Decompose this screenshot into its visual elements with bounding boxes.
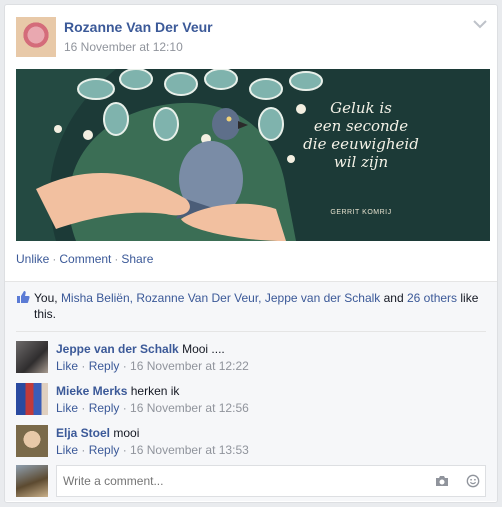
quote-author: GERRIT KOMRIJ xyxy=(330,209,392,216)
feedback-section: You, Misha Beliën, Rozanne Van Der Veur,… xyxy=(5,281,497,501)
quote-text: Geluk is een seconde die eeuwigheid wil … xyxy=(303,99,419,171)
comment-like-button[interactable]: Like xyxy=(56,359,78,373)
post-image[interactable]: Geluk is een seconde die eeuwigheid wil … xyxy=(16,69,490,241)
separator: · xyxy=(52,252,57,266)
thumbs-up-icon xyxy=(17,291,30,303)
divider xyxy=(5,281,497,282)
comment-like-button[interactable]: Like xyxy=(56,443,78,457)
separator: · xyxy=(114,252,119,266)
post-card: Rozanne Van Der Veur 16 November at 12:1… xyxy=(4,4,498,503)
comment-time[interactable]: 16 November at 12:22 xyxy=(130,359,249,373)
commenter-avatar[interactable] xyxy=(16,341,48,373)
comment-text: herken ik xyxy=(130,384,180,398)
commenter-avatar[interactable] xyxy=(16,383,48,415)
comment-item: Jeppe van der Schalk Mooi .... Like · Re… xyxy=(16,341,486,375)
comment-time[interactable]: 16 November at 13:53 xyxy=(130,443,249,457)
comment-item: Elja Stoel mooi Like · Reply · 16 Novemb… xyxy=(16,425,486,459)
comment-reply-button[interactable]: Reply xyxy=(89,359,120,373)
share-button[interactable]: Share xyxy=(121,252,153,266)
comment-composer xyxy=(16,465,486,499)
commenter-avatar[interactable] xyxy=(16,425,48,457)
emoji-icon[interactable] xyxy=(465,474,481,488)
chevron-down-icon[interactable] xyxy=(473,19,487,29)
camera-icon[interactable] xyxy=(434,474,450,488)
post-timestamp[interactable]: 16 November at 12:10 xyxy=(64,40,183,54)
comment-text: mooi xyxy=(113,426,140,440)
divider xyxy=(16,331,486,332)
author-avatar[interactable] xyxy=(16,17,56,57)
likes-you: You, xyxy=(34,291,58,305)
post-actions: Unlike · Comment · Share xyxy=(16,252,153,266)
comment-button[interactable]: Comment xyxy=(59,252,111,266)
liker-link[interactable]: Misha Beliën, xyxy=(61,291,133,305)
likes-others-link[interactable]: 26 others xyxy=(407,291,457,305)
comment-reply-button[interactable]: Reply xyxy=(89,443,120,457)
liker-link[interactable]: Jeppe van der Schalk xyxy=(265,291,380,305)
comment-input[interactable] xyxy=(56,465,486,497)
comment-text: Mooi .... xyxy=(182,342,225,356)
likes-and: and xyxy=(383,291,404,305)
current-user-avatar xyxy=(16,465,48,497)
author-name[interactable]: Rozanne Van Der Veur xyxy=(64,19,213,35)
commenter-name[interactable]: Mieke Merks xyxy=(56,384,127,398)
comment-time[interactable]: 16 November at 12:56 xyxy=(130,401,249,415)
commenter-name[interactable]: Elja Stoel xyxy=(56,426,110,440)
liker-link[interactable]: Rozanne Van Der Veur, xyxy=(136,291,261,305)
commenter-name[interactable]: Jeppe van der Schalk xyxy=(56,342,179,356)
likes-summary: You, Misha Beliën, Rozanne Van Der Veur,… xyxy=(34,290,484,322)
comment-item: Mieke Merks herken ik Like · Reply · 16 … xyxy=(16,383,486,417)
comment-like-button[interactable]: Like xyxy=(56,401,78,415)
unlike-button[interactable]: Unlike xyxy=(16,252,49,266)
comment-reply-button[interactable]: Reply xyxy=(89,401,120,415)
